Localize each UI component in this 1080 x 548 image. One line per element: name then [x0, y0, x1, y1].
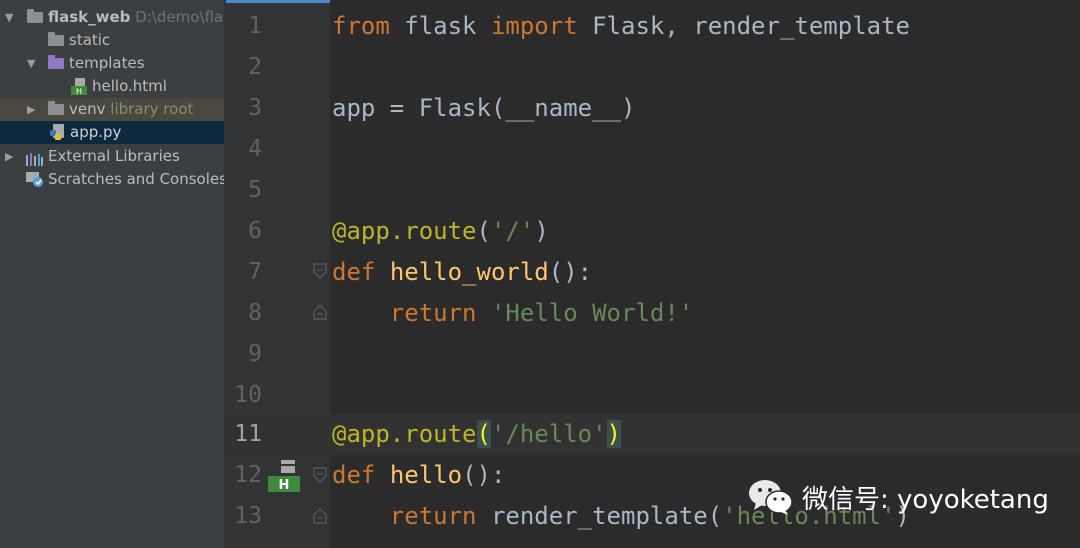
- matched-paren: (: [476, 420, 491, 448]
- keyword: def: [332, 258, 376, 286]
- keyword: from: [332, 12, 390, 40]
- project-path: D:\demo\flask_web: [135, 8, 224, 26]
- tree-item-label: venv: [69, 100, 106, 118]
- paren: ): [534, 217, 549, 245]
- tree-item-venv[interactable]: ▶ venv library root: [0, 98, 224, 121]
- tree-item-label: static: [69, 31, 111, 49]
- decorator: @app.route: [332, 217, 477, 245]
- code-line-6: @app.route('/'): [332, 211, 549, 252]
- keyword: return: [389, 299, 477, 327]
- fold-end-icon[interactable]: [312, 508, 328, 524]
- keyword: return: [389, 502, 477, 530]
- html-file-icon: H: [70, 78, 88, 96]
- string-literal: '/': [490, 217, 535, 245]
- code-text: ():: [462, 461, 506, 489]
- line-number: 12: [234, 462, 262, 488]
- python-file-icon: [50, 124, 66, 141]
- function-name: hello_world: [389, 258, 549, 286]
- project-name: flask_web: [48, 8, 131, 26]
- code-text: app = Flask(__name__): [332, 94, 636, 122]
- templates-folder-icon: [48, 55, 64, 70]
- code-line-11: @app.route('/hello'): [332, 414, 621, 455]
- tree-item-label: hello.html: [92, 77, 167, 95]
- paren: (: [476, 217, 491, 245]
- line-number: 3: [248, 95, 262, 121]
- line-number: 9: [248, 341, 262, 367]
- expand-arrow-icon[interactable]: ▼: [5, 6, 17, 29]
- folder-icon: [48, 32, 64, 47]
- folder-icon: [48, 101, 64, 116]
- code-line-1: from flask import Flask, render_template: [332, 6, 910, 47]
- template-link-html-icon[interactable]: H: [268, 460, 300, 492]
- tree-item-app-py[interactable]: app.py: [0, 121, 224, 144]
- code-line-3: app = Flask(__name__): [332, 88, 635, 129]
- fold-start-icon[interactable]: [312, 467, 328, 483]
- wechat-logo-icon: [749, 480, 793, 515]
- tree-root-flask-web[interactable]: ▼ flask_web D:\demo\flask_web: [0, 6, 224, 29]
- keyword: def: [332, 461, 376, 489]
- tree-item-label: app.py: [70, 123, 122, 141]
- line-number: 1: [248, 13, 262, 39]
- expand-arrow-icon[interactable]: ▼: [27, 52, 39, 75]
- keyword: import: [490, 12, 578, 40]
- line-number: 13: [234, 503, 262, 529]
- line-number: 8: [248, 300, 262, 326]
- svg-text:H: H: [76, 87, 82, 95]
- line-number: 5: [248, 177, 262, 203]
- line-number: 10: [234, 382, 262, 408]
- code-line-8: return 'Hello World!': [332, 293, 693, 334]
- code-text: flask: [389, 12, 491, 40]
- tree-item-templates[interactable]: ▼ templates: [0, 52, 224, 75]
- folder-icon: [27, 9, 43, 24]
- line-number: 2: [248, 54, 262, 80]
- decorator: @app.route: [332, 420, 477, 448]
- string-literal: '/hello': [490, 420, 607, 448]
- code-text: render_template(: [476, 502, 723, 530]
- svg-text:H: H: [279, 478, 290, 492]
- fold-end-icon[interactable]: [312, 304, 328, 320]
- library-root-hint: library root: [110, 100, 194, 118]
- function-name: hello: [389, 461, 463, 489]
- tree-item-hello-html[interactable]: H hello.html: [0, 75, 224, 98]
- collapse-arrow-icon[interactable]: ▶: [5, 145, 17, 168]
- tree-item-scratches[interactable]: Scratches and Consoles: [0, 168, 224, 191]
- tree-item-label: Scratches and Consoles: [48, 170, 224, 188]
- editor-tab-indicator: [226, 0, 330, 3]
- collapse-arrow-icon[interactable]: ▶: [27, 98, 39, 121]
- tree-item-external-libraries[interactable]: ▶ External Libraries: [0, 145, 224, 168]
- line-number: 6: [248, 218, 262, 244]
- tree-item-static[interactable]: static: [0, 29, 224, 52]
- watermark-text: 微信号: yoyoketang: [802, 484, 1049, 515]
- libraries-icon: [26, 150, 44, 166]
- code-text: Flask, render_template: [577, 12, 910, 40]
- tree-item-label: templates: [69, 54, 145, 72]
- line-number-current: 11: [234, 421, 262, 447]
- code-text: ():: [548, 258, 593, 286]
- line-number: 4: [248, 136, 262, 162]
- fold-start-icon[interactable]: [312, 263, 328, 279]
- code-line-12: def hello():: [332, 455, 505, 496]
- scratches-icon: [26, 171, 44, 188]
- string-literal: 'Hello World!': [490, 299, 694, 327]
- tree-item-label: External Libraries: [48, 147, 180, 165]
- matched-paren: ): [606, 420, 621, 448]
- line-number: 7: [248, 259, 262, 285]
- wechat-watermark: 微信号: yoyoketang: [748, 475, 1049, 519]
- project-tree-panel: ▼ flask_web D:\demo\flask_web static ▼ t…: [0, 0, 224, 548]
- code-line-7: def hello_world():: [332, 252, 592, 293]
